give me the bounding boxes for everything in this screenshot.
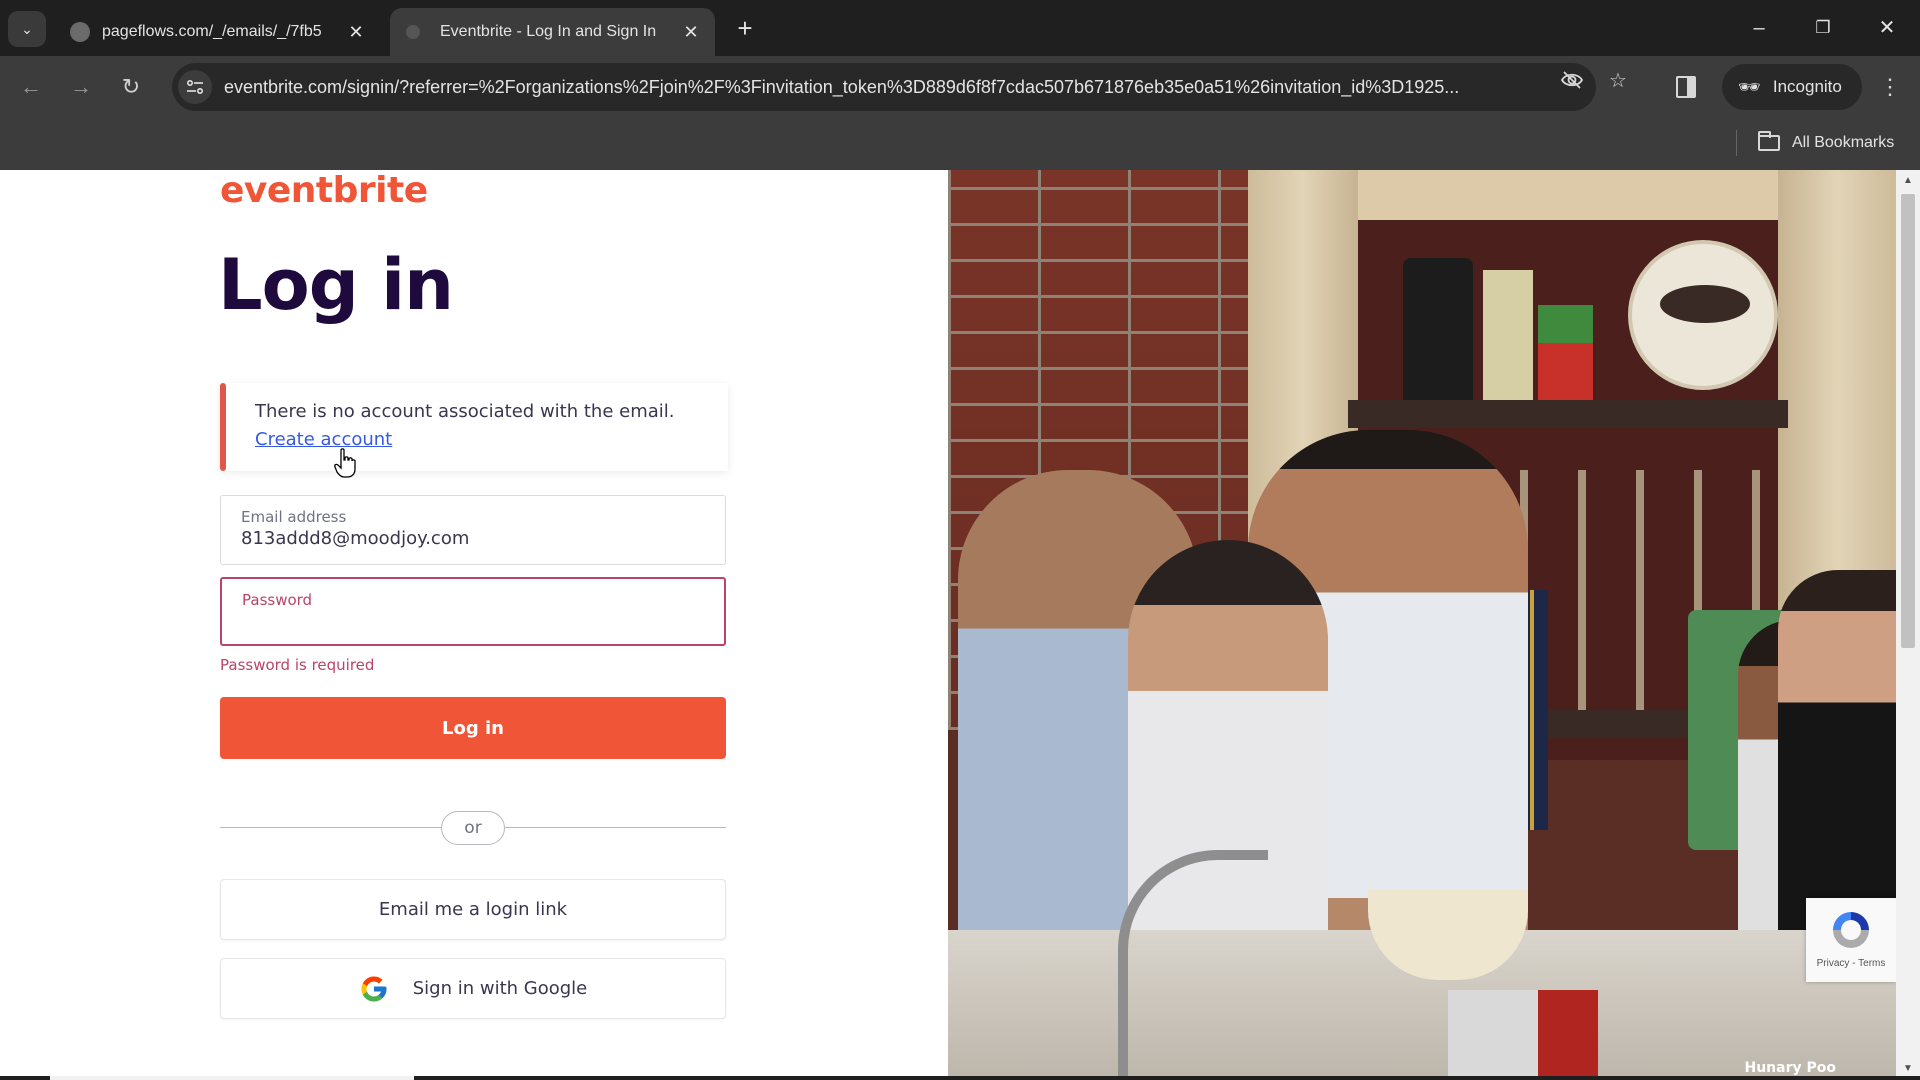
password-field-label: Password (242, 591, 313, 609)
photo-credit: Hunary Poo (1744, 1060, 1837, 1076)
incognito-label: Incognito (1772, 77, 1842, 96)
email-login-link-label: Email me a login link (378, 899, 568, 920)
tab-pageflows[interactable]: pageflows.com/_/emails/_/7fb5 ✕ (58, 8, 380, 56)
star-icon[interactable]: ☆ (1605, 68, 1631, 94)
google-icon (361, 976, 387, 1001)
vertical-scrollbar[interactable]: ▲ ▼ (1896, 170, 1920, 1080)
restore-button[interactable]: ❐ (1800, 10, 1846, 46)
email-field-label: Email address (241, 508, 347, 526)
horizontal-scrollbar[interactable] (0, 1076, 1920, 1080)
photo-plate-logo (1660, 285, 1750, 323)
login-button[interactable]: Log in (220, 697, 726, 759)
password-error-text: Password is required (220, 656, 375, 674)
error-alert: There is no account associated with the … (220, 383, 728, 471)
photo-tomato-can (1538, 305, 1593, 400)
back-button[interactable]: ← (14, 70, 48, 104)
bookmarks-separator (1736, 130, 1737, 156)
url-text[interactable]: eventbrite.com/signin/?referrer=%2Forgan… (224, 77, 1544, 98)
site-info-button[interactable] (178, 70, 212, 104)
recaptcha-icon (1833, 912, 1869, 948)
loading-favicon-icon (406, 25, 420, 39)
tab-title: Eventbrite - Log In and Sign In (440, 23, 657, 40)
or-divider-label: or (441, 811, 505, 845)
create-account-link[interactable]: Create account (255, 429, 392, 450)
tab-eventbrite[interactable]: Eventbrite - Log In and Sign In ✕ (390, 8, 715, 56)
email-login-link-button[interactable]: Email me a login link (220, 879, 726, 940)
arrow-left-icon: ← (20, 74, 42, 99)
folder-icon (1758, 131, 1780, 151)
reload-icon: ↻ (121, 74, 141, 99)
window-close-button[interactable]: ✕ (1864, 10, 1910, 46)
page-title: Log in (218, 244, 454, 326)
close-tab-icon[interactable]: ✕ (677, 22, 705, 43)
browser-toolbar: ← → ↻ eventbrite.com/signin/?referrer=%2… (0, 56, 1920, 118)
scroll-up-arrow-icon[interactable]: ▲ (1896, 172, 1920, 190)
side-panel-icon[interactable] (1676, 76, 1696, 98)
photo-can (1448, 990, 1598, 1080)
horizontal-scrollbar-thumb[interactable] (50, 1076, 414, 1080)
page-content: eventbrite Log in There is no account as… (0, 170, 1920, 1080)
alert-message: There is no account associated with the … (255, 401, 675, 422)
bookmarks-bar: All Bookmarks (0, 118, 1920, 170)
recaptcha-links[interactable]: Privacy - Terms (1817, 958, 1886, 969)
chevron-down-icon: ⌄ (21, 20, 33, 37)
email-field[interactable]: Email address 813addd8@moodjoy.com (220, 495, 726, 565)
eye-off-icon[interactable] (1559, 68, 1585, 94)
photo-canister (1403, 258, 1473, 400)
alert-accent-bar (220, 383, 226, 471)
new-tab-button[interactable]: + (730, 14, 760, 44)
reload-button[interactable]: ↻ (114, 70, 148, 104)
tab-title: pageflows.com/_/emails/_/7fb5 (102, 23, 322, 40)
hero-photo: Hunary Poo (948, 170, 1896, 1080)
forward-button[interactable]: → (64, 70, 98, 104)
close-tab-icon[interactable]: ✕ (342, 22, 370, 43)
tune-icon (187, 80, 203, 94)
photo-pasta-bag (1483, 270, 1533, 400)
photo-shelf (1348, 400, 1788, 428)
all-bookmarks-button[interactable]: All Bookmarks (1758, 130, 1894, 156)
kebab-menu-icon[interactable]: ⋮ (1878, 70, 1902, 104)
recaptcha-badge[interactable]: Privacy - Terms (1806, 898, 1896, 982)
email-field-value[interactable]: 813addd8@moodjoy.com (241, 528, 469, 549)
google-signin-button[interactable]: Sign in with Google (220, 958, 726, 1019)
scrollbar-thumb[interactable] (1901, 194, 1915, 648)
eventbrite-logo[interactable]: eventbrite (220, 170, 428, 211)
tab-search-button[interactable]: ⌄ (8, 11, 46, 47)
password-field[interactable]: Password (220, 577, 726, 646)
hand-pointer-cursor-icon (334, 448, 356, 478)
arrow-right-icon: → (70, 74, 92, 99)
address-bar[interactable]: eventbrite.com/signin/?referrer=%2Forgan… (172, 63, 1596, 111)
tab-strip: ⌄ pageflows.com/_/emails/_/7fb5 ✕ Eventb… (0, 0, 1920, 56)
minimize-button[interactable]: – (1736, 10, 1782, 46)
all-bookmarks-label: All Bookmarks (1792, 134, 1895, 151)
login-panel: eventbrite Log in There is no account as… (0, 170, 948, 1080)
incognito-icon: 🕶 (1738, 76, 1761, 97)
incognito-badge[interactable]: 🕶 Incognito (1722, 64, 1862, 110)
google-signin-label: Sign in with Google (412, 978, 588, 999)
globe-icon (70, 22, 90, 42)
